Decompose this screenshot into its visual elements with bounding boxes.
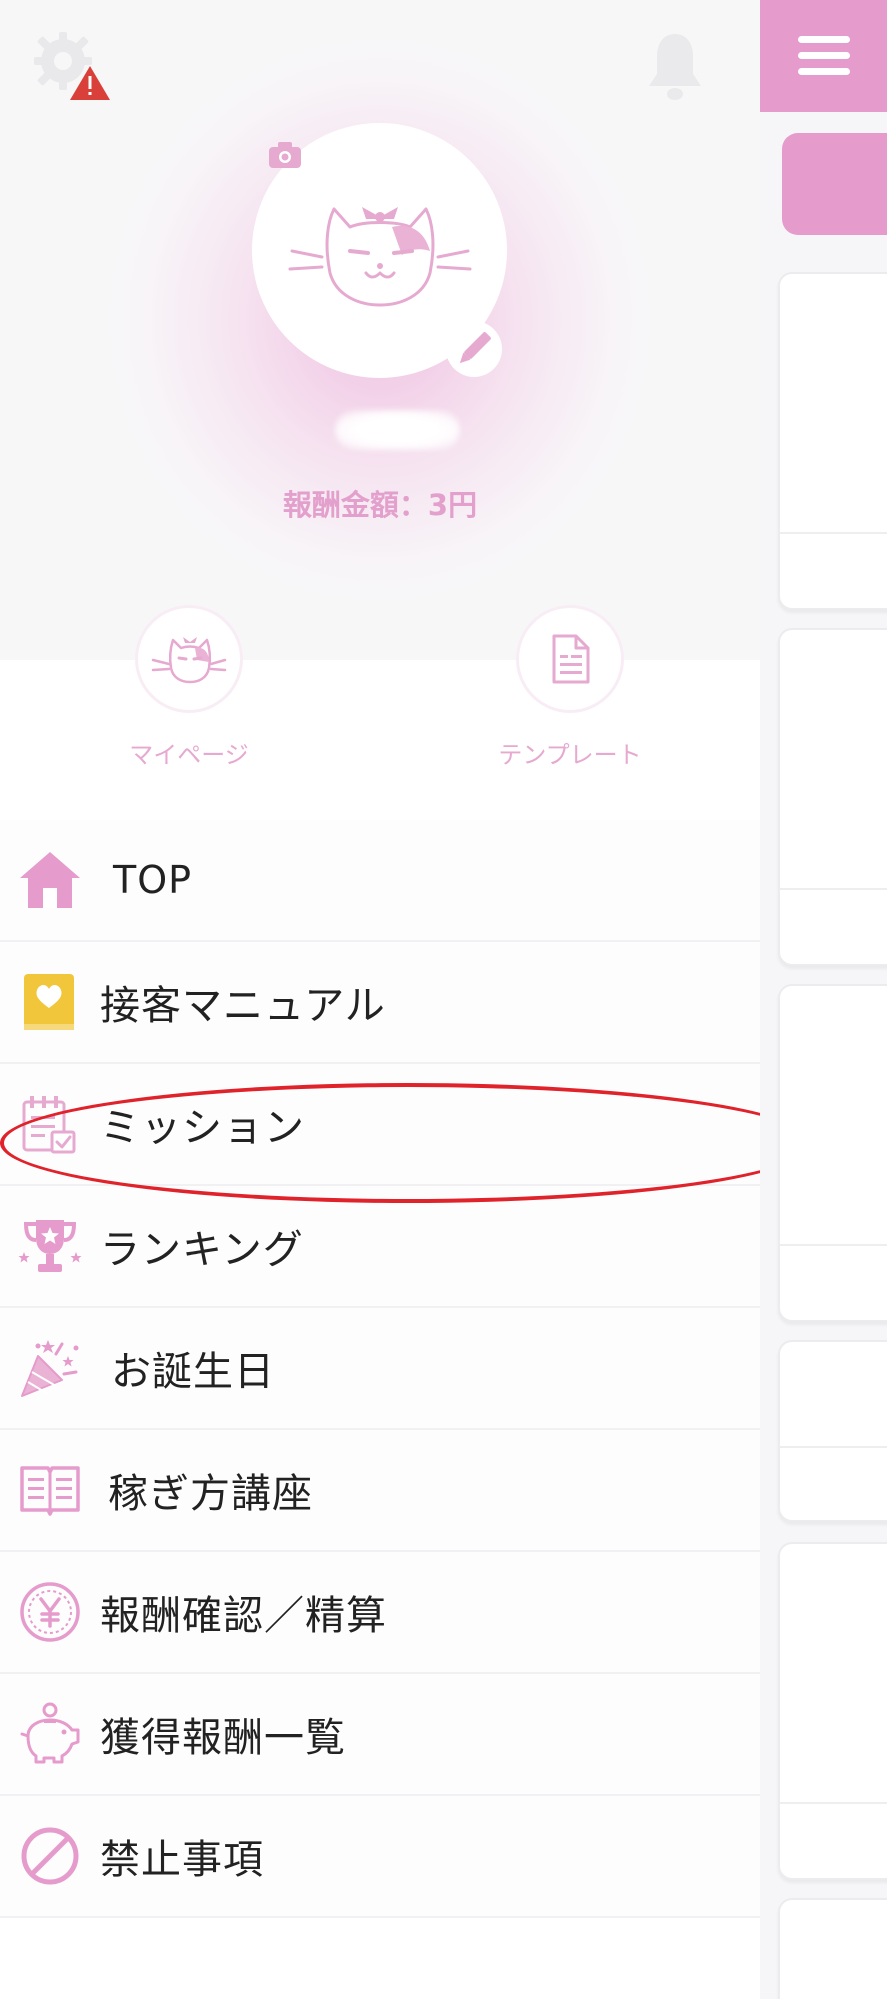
mypage-label: マイページ	[129, 741, 249, 769]
template-label: テンプレート	[498, 741, 642, 769]
menu-item-label: お誕生日	[111, 1349, 275, 1395]
menu-item-label: TOP	[113, 858, 193, 902]
menu-item-mission[interactable]: ミッション	[0, 1064, 760, 1186]
menu-item-prohibited[interactable]: 禁止事項	[0, 1796, 760, 1918]
edit-avatar-button[interactable]	[446, 321, 502, 377]
menu-item-label: 獲得報酬一覧	[100, 1715, 346, 1761]
home-icon	[18, 848, 82, 912]
username-redacted	[335, 410, 460, 450]
mypage-icon-circle	[135, 605, 243, 713]
background-card	[778, 1542, 887, 1880]
yen-coin-icon	[18, 1580, 82, 1644]
template-link[interactable]: テンプレート	[470, 605, 670, 770]
menu-item-ranking[interactable]: ランキング	[0, 1186, 760, 1308]
background-card	[778, 1898, 887, 1999]
menu-list: TOP 接客マニュアル ミッション ランキング お誕生日 稼ぎ方講座 報酬確認／…	[0, 820, 760, 1918]
menu-item-earning-course[interactable]: 稼ぎ方講座	[0, 1430, 760, 1552]
menu-item-label: 稼ぎ方講座	[108, 1471, 313, 1517]
hamburger-icon	[797, 36, 850, 75]
quick-links: マイページ テンプレート	[0, 605, 760, 800]
party-popper-icon	[18, 1336, 82, 1400]
settings-icon[interactable]	[30, 28, 110, 108]
piggy-bank-icon	[18, 1702, 82, 1766]
menu-item-earned-rewards[interactable]: 獲得報酬一覧	[0, 1674, 760, 1796]
profile-header: 報酬金額：3円	[0, 0, 760, 660]
menu-item-label: 報酬確認／精算	[100, 1593, 387, 1639]
open-book-icon	[18, 1458, 82, 1522]
camera-icon[interactable]	[268, 141, 302, 169]
background-card	[778, 628, 887, 966]
trophy-icon	[18, 1214, 82, 1278]
bell-icon[interactable]	[645, 30, 705, 105]
menu-item-label: ランキング	[100, 1227, 304, 1273]
navigation-drawer: 報酬金額：3円 マイページ テンプレート TOP 接客マニュアル ミッション ラ…	[0, 0, 760, 1999]
pencil-icon	[459, 332, 491, 364]
template-icon-circle	[516, 605, 624, 713]
menu-item-label: 禁止事項	[100, 1837, 264, 1883]
background-card	[778, 1340, 887, 1522]
prohibited-icon	[18, 1824, 82, 1888]
menu-item-label: ミッション	[100, 1105, 305, 1151]
menu-item-top[interactable]: TOP	[0, 820, 760, 942]
menu-item-service-manual[interactable]: 接客マニュアル	[0, 942, 760, 1064]
menu-item-reward-settlement[interactable]: 報酬確認／精算	[0, 1552, 760, 1674]
background-tab	[782, 133, 887, 235]
menu-item-birthday[interactable]: お誕生日	[0, 1308, 760, 1430]
cat-face-icon	[151, 637, 227, 684]
document-icon	[552, 634, 590, 684]
reward-amount: 報酬金額：3円	[282, 488, 478, 522]
heart-book-icon	[18, 970, 82, 1034]
mypage-link[interactable]: マイページ	[89, 605, 289, 770]
background-card	[778, 984, 887, 1322]
menu-item-label: 接客マニュアル	[100, 983, 386, 1029]
menu-toggle-button[interactable]	[760, 0, 887, 112]
mission-checklist-icon	[18, 1092, 82, 1156]
background-card	[778, 272, 887, 610]
